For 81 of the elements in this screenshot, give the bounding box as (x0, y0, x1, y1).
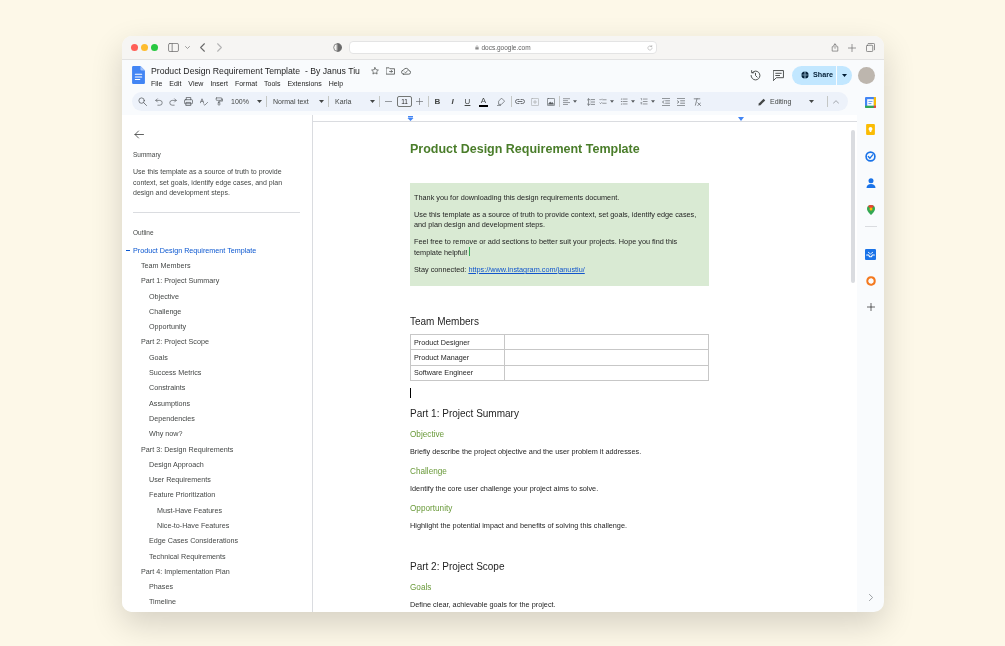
star-icon[interactable] (370, 67, 379, 75)
align-left-icon (563, 98, 570, 105)
caret-icon (651, 100, 655, 103)
caret-icon (610, 100, 614, 103)
folder-icon[interactable] (385, 67, 395, 75)
back-arrow-icon[interactable] (134, 130, 144, 139)
reload-icon[interactable] (647, 44, 653, 51)
document-title[interactable]: Product Design Requirement Template - By Janus Tiu (151, 65, 360, 77)
paint-roller-icon[interactable] (215, 97, 223, 106)
spellcheck-icon[interactable] (200, 97, 208, 106)
calendar-icon[interactable] (865, 97, 876, 108)
half-filled-circle-icon[interactable] (333, 43, 342, 52)
plus-icon[interactable] (866, 303, 875, 311)
checklist-icon (599, 98, 607, 105)
map-pin-icon[interactable] (866, 205, 875, 215)
caret-icon (257, 100, 262, 103)
comment-icon[interactable] (773, 69, 784, 81)
caret-icon (573, 100, 577, 103)
undo-icon[interactable] (155, 97, 163, 106)
increase-indent-icon[interactable] (677, 97, 685, 106)
bulleted-list-icon (620, 98, 628, 105)
highlighter-icon[interactable] (497, 97, 505, 106)
back-icon[interactable] (200, 43, 205, 52)
subsection-heading: Objective (410, 429, 446, 440)
caret-icon (319, 100, 324, 103)
caret-icon (809, 100, 814, 103)
inbox-tray-icon[interactable] (865, 249, 876, 260)
italic-button[interactable]: I (449, 97, 456, 106)
ring-icon[interactable] (865, 276, 876, 286)
numbered-list-dropdown[interactable] (640, 98, 655, 105)
check-circle-icon[interactable] (865, 151, 876, 162)
chevron-down-icon[interactable] (185, 46, 190, 49)
avatar[interactable] (858, 66, 875, 84)
redo-icon[interactable] (169, 97, 177, 106)
indent-marker-icon[interactable] (407, 116, 414, 121)
numbered-list-icon (640, 98, 648, 105)
search-icon[interactable] (138, 97, 147, 106)
tabs-icon[interactable] (866, 43, 875, 52)
link-icon[interactable] (515, 99, 525, 104)
caret-icon (631, 100, 635, 103)
clear-formatting-icon[interactable] (693, 97, 701, 106)
history-icon[interactable] (750, 69, 761, 81)
dash-icon (126, 249, 130, 251)
sidebar-toggle-icon[interactable] (168, 43, 179, 52)
image-icon[interactable] (547, 97, 555, 106)
scrollbar[interactable] (851, 130, 855, 283)
lightbulb-note-icon[interactable] (866, 124, 875, 135)
print-icon[interactable] (184, 97, 193, 106)
bulleted-list-dropdown[interactable] (620, 98, 635, 105)
person-icon[interactable] (865, 178, 876, 188)
cloud-check-icon[interactable] (400, 67, 411, 75)
text-cursor (410, 387, 411, 398)
text-color-button[interactable]: A (479, 96, 488, 107)
underline-button[interactable]: U (464, 97, 471, 106)
document-logo-icon[interactable] (132, 66, 145, 84)
caret-icon (370, 100, 375, 103)
section-heading: Part 1: Project Summary (410, 407, 520, 420)
share-options-button[interactable] (837, 65, 852, 85)
close-button[interactable] (131, 44, 138, 51)
document-heading: Product Design Requirement Template (410, 141, 641, 157)
chevron-right-icon[interactable] (868, 594, 873, 601)
section-heading: Part 2: Project Scope (410, 560, 506, 573)
indent-marker-icon[interactable] (738, 117, 744, 121)
section-heading: Team Members (410, 316, 480, 328)
decrease-indent-icon[interactable] (662, 97, 670, 106)
plus-icon[interactable] (848, 43, 856, 52)
globe-icon (801, 71, 809, 79)
pencil-icon (758, 97, 766, 106)
subsection-heading: Challenge (410, 466, 448, 477)
align-dropdown[interactable] (563, 98, 577, 105)
fullscreen-button[interactable] (151, 44, 158, 51)
forward-icon[interactable] (217, 43, 222, 52)
subsection-heading: Opportunity (410, 503, 454, 514)
subsection-heading: Goals (410, 582, 433, 593)
caret-icon (842, 73, 847, 77)
plus-icon[interactable] (416, 98, 423, 105)
bold-button[interactable]: B (434, 97, 441, 106)
lock-icon (475, 45, 480, 50)
share-icon[interactable] (831, 43, 839, 52)
line-spacing-icon[interactable] (587, 97, 595, 106)
checklist-dropdown[interactable] (599, 98, 614, 105)
